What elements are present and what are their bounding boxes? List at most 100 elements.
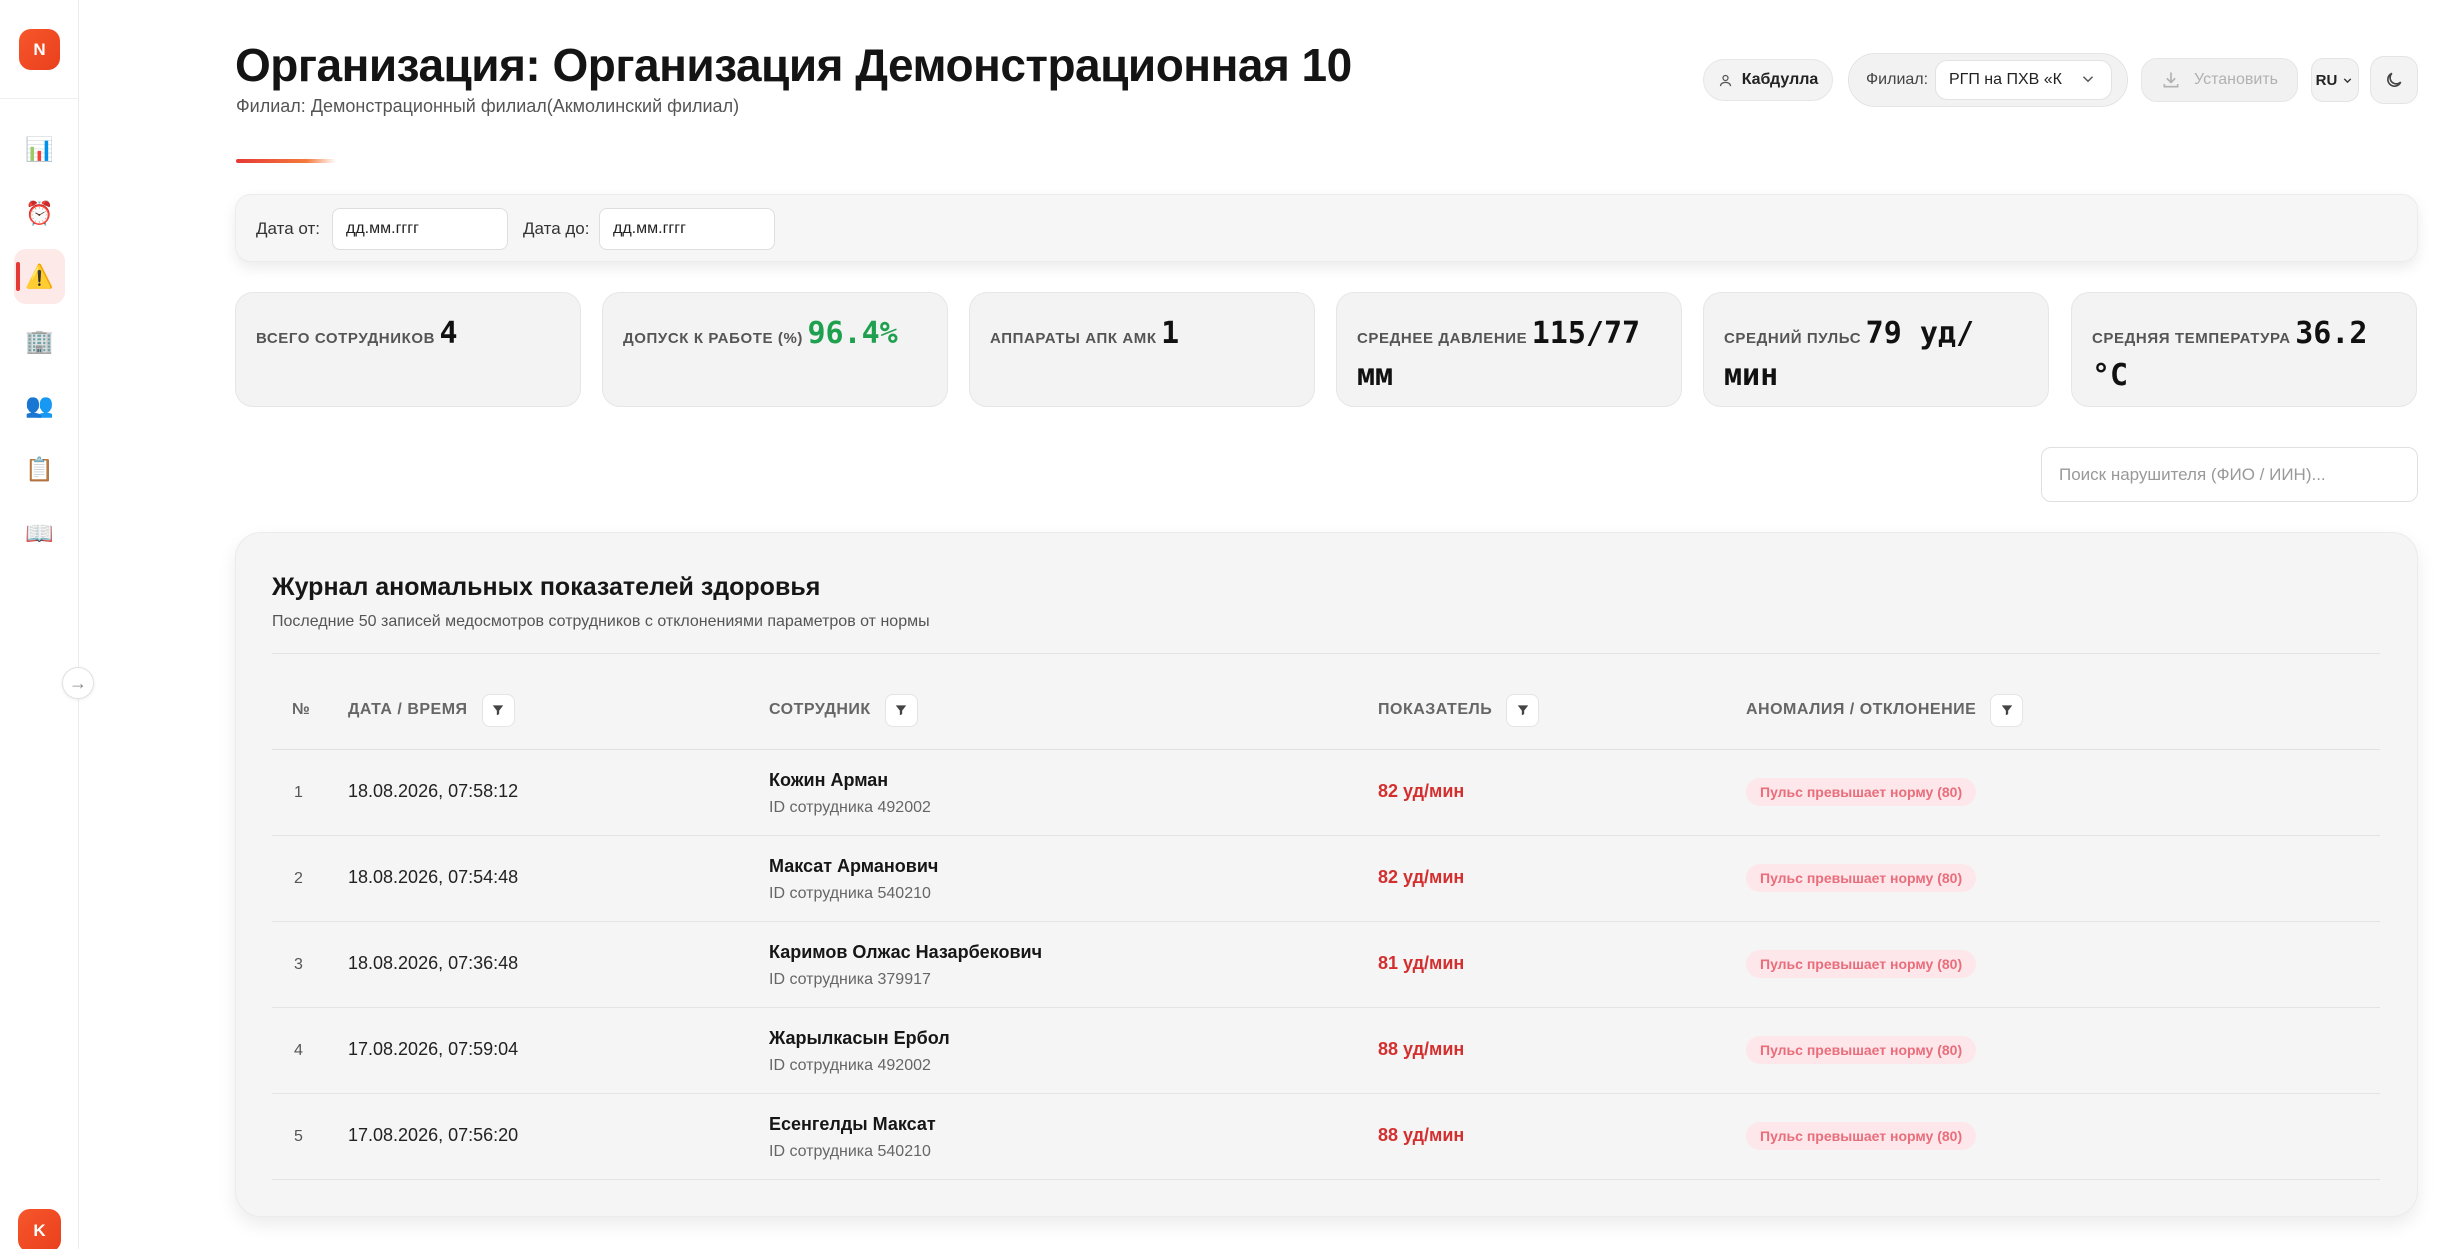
stat-card-pressure: Среднее давление 115/77 мм bbox=[1336, 292, 1682, 407]
sidebar-item-guide[interactable]: 📖 bbox=[14, 506, 65, 561]
employee-id: ID сотрудника 540210 bbox=[769, 1143, 931, 1160]
column-label: № bbox=[292, 701, 311, 718]
row-number: 4 bbox=[294, 1042, 303, 1059]
stat-value: 79 уд/мин bbox=[1724, 316, 1975, 393]
chevron-down-icon bbox=[2082, 76, 2094, 83]
indicator-value: 88 уд/мин bbox=[1378, 1039, 1465, 1059]
employee-name: Каримов Олжас Назарбекович bbox=[769, 942, 1043, 962]
indicator-value: 81 уд/мин bbox=[1378, 953, 1465, 973]
stat-label: Среднее давление bbox=[1357, 330, 1528, 347]
download-icon bbox=[2163, 72, 2179, 88]
stat-value: 115/77 мм bbox=[1357, 316, 1641, 393]
date-from-label: Дата от: bbox=[256, 219, 320, 238]
column-header-number: № bbox=[292, 693, 310, 727]
branch-value: РГП на ПХВ «К bbox=[1949, 71, 2062, 88]
employee-id: ID сотрудника 492002 bbox=[769, 799, 931, 816]
column-header-employee: Сотрудник bbox=[769, 693, 918, 727]
employee-name: Максат Арманович bbox=[769, 856, 939, 876]
anomaly-badge: Пульс превышает норму (80) bbox=[1746, 1122, 1977, 1150]
theme-toggle-button[interactable] bbox=[2370, 56, 2418, 104]
stat-value: 4 bbox=[439, 316, 458, 351]
row-number: 3 bbox=[294, 956, 303, 973]
anomaly-badge: Пульс превышает норму (80) bbox=[1746, 1036, 1977, 1064]
employee-name: Кожин Арман bbox=[769, 770, 889, 790]
datetime-filter-button[interactable] bbox=[481, 693, 515, 727]
column-label: Показатель bbox=[1378, 701, 1493, 718]
row-number: 2 bbox=[294, 870, 303, 887]
row-datetime: 18.08.2026, 07:54:48 bbox=[348, 867, 519, 887]
employee-id: ID сотрудника 379917 bbox=[769, 971, 931, 988]
stat-value: 96.4% bbox=[807, 316, 898, 351]
alarm-clock-icon: ⏰ bbox=[25, 200, 54, 226]
violator-search-input[interactable]: Поиск нарушителя (ФИО / ИИН)... bbox=[2041, 447, 2418, 502]
row-datetime: 17.08.2026, 07:56:20 bbox=[348, 1125, 519, 1145]
filter-icon bbox=[2001, 705, 2013, 716]
column-header-datetime: Дата / Время bbox=[348, 693, 515, 727]
page-title: Организация: Организация Демонстрационна… bbox=[235, 39, 1352, 91]
anomaly-journal-panel: Журнал аномальных показателей здоровья П… bbox=[235, 532, 2418, 1217]
row-datetime: 17.08.2026, 07:59:04 bbox=[348, 1039, 519, 1059]
people-icon: 👥 bbox=[25, 392, 54, 418]
user-chip[interactable]: Кабдулла bbox=[1703, 59, 1833, 101]
filter-icon bbox=[895, 705, 907, 716]
indicator-value: 88 уд/мин bbox=[1378, 1125, 1465, 1145]
stat-value: 1 bbox=[1161, 316, 1180, 351]
column-header-indicator: Показатель bbox=[1378, 693, 1540, 727]
filter-icon bbox=[1517, 705, 1528, 716]
sidebar: N 📊 ⏰ ⚠️ 🏢 👥 📋 📖 K bbox=[0, 0, 79, 1249]
table-row[interactable]: 4 17.08.2026, 07:59:04 Жарылкасын Ербол … bbox=[272, 1008, 2380, 1094]
install-label: Установить bbox=[2194, 71, 2278, 88]
table-row[interactable]: 5 17.08.2026, 07:56:20 Есенгелды Максат … bbox=[272, 1094, 2380, 1180]
moon-icon bbox=[2387, 72, 2402, 87]
column-label: Аномалия / Отклонение bbox=[1746, 701, 1977, 718]
install-button[interactable]: Установить bbox=[2141, 58, 2298, 102]
user-avatar[interactable]: K bbox=[18, 1209, 61, 1249]
arrow-right-icon: → bbox=[69, 672, 87, 693]
row-datetime: 18.08.2026, 07:58:12 bbox=[348, 781, 519, 801]
employee-name: Есенгелды Максат bbox=[769, 1114, 936, 1134]
indicator-filter-button[interactable] bbox=[1506, 693, 1540, 727]
title-accent-line bbox=[236, 159, 336, 163]
anomaly-badge: Пульс превышает норму (80) bbox=[1746, 950, 1977, 978]
row-number: 1 bbox=[294, 784, 303, 801]
sidebar-item-dashboard[interactable]: 📊 bbox=[14, 122, 65, 177]
anomaly-filter-button[interactable] bbox=[1990, 693, 2024, 727]
app-logo[interactable]: N bbox=[19, 29, 60, 70]
employee-filter-button[interactable] bbox=[884, 693, 918, 727]
row-number: 5 bbox=[294, 1128, 303, 1145]
user-icon bbox=[1719, 74, 1731, 86]
stat-card-temperature: Средняя температура 36.2 °C bbox=[2071, 292, 2417, 407]
anomaly-badge: Пульс превышает норму (80) bbox=[1746, 778, 1977, 806]
column-header-anomaly: Аномалия / Отклонение bbox=[1746, 693, 2024, 727]
sidebar-item-anomalies[interactable]: ⚠️ bbox=[14, 249, 65, 304]
stat-label: Средний пульс bbox=[1724, 330, 1862, 347]
branch-select[interactable]: РГП на ПХВ «К bbox=[1935, 60, 2112, 100]
stat-label: Допуск к работе (%) bbox=[623, 330, 803, 347]
sidebar-toggle-button[interactable]: → bbox=[62, 667, 94, 699]
journal-subtitle: Последние 50 записей медосмотров сотрудн… bbox=[272, 613, 930, 630]
clipboard-icon: 📋 bbox=[25, 456, 54, 482]
employee-id: ID сотрудника 492002 bbox=[769, 1057, 931, 1074]
anomaly-badge: Пульс превышает норму (80) bbox=[1746, 864, 1977, 892]
table-row[interactable]: 1 18.08.2026, 07:58:12 Кожин Арман ID со… bbox=[272, 750, 2380, 836]
page-subtitle: Филиал: Демонстрационный филиал(Акмолинс… bbox=[236, 96, 740, 116]
stat-label: Аппараты АПК АМК bbox=[990, 330, 1157, 347]
table-row[interactable]: 2 18.08.2026, 07:54:48 Максат Арманович … bbox=[272, 836, 2380, 922]
date-to-input[interactable]: дд.мм.гггг bbox=[599, 208, 775, 250]
sidebar-divider bbox=[0, 98, 79, 99]
sidebar-item-organization[interactable]: 🏢 bbox=[14, 314, 65, 369]
chevron-down-icon bbox=[2344, 77, 2352, 83]
stat-card-pulse: Средний пульс 79 уд/мин bbox=[1703, 292, 2049, 407]
stat-value: 36.2 °C bbox=[2092, 316, 2368, 393]
language-select[interactable]: RU bbox=[2311, 58, 2359, 102]
sidebar-item-employees[interactable]: 👥 bbox=[14, 378, 65, 433]
row-datetime: 18.08.2026, 07:36:48 bbox=[348, 953, 519, 973]
branch-selector: Филиал: РГП на ПХВ «К bbox=[1848, 53, 2128, 107]
sidebar-item-schedule[interactable]: ⏰ bbox=[14, 186, 65, 241]
date-from-input[interactable]: дд.мм.гггг bbox=[332, 208, 508, 250]
sidebar-item-reports[interactable]: 📋 bbox=[14, 442, 65, 497]
language-value: RU bbox=[2315, 71, 2338, 89]
app-root: N 📊 ⏰ ⚠️ 🏢 👥 📋 📖 K → Организация: Органи… bbox=[0, 0, 2456, 1249]
journal-title: Журнал аномальных показателей здоровья bbox=[272, 573, 821, 601]
table-row[interactable]: 3 18.08.2026, 07:36:48 Каримов Олжас Наз… bbox=[272, 922, 2380, 1008]
